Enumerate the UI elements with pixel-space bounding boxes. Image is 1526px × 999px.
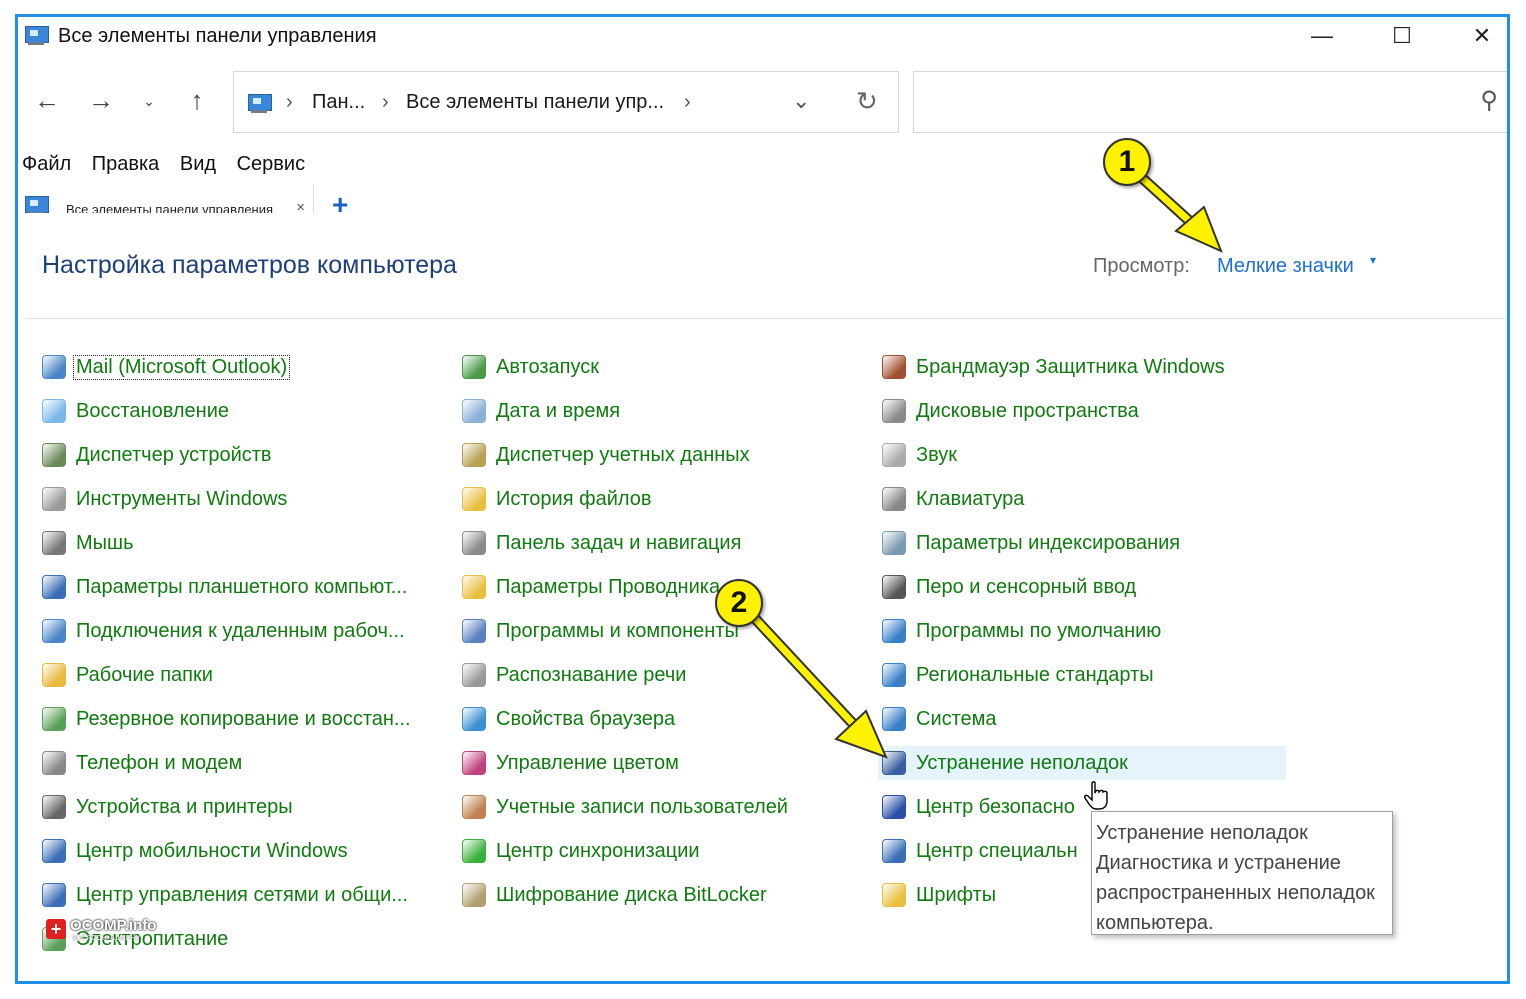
window-frame: Все элементы панели управления — ☐ ✕ ← →…: [15, 14, 1510, 984]
annotation-badge-1: 1: [1103, 138, 1151, 186]
annotation-arrows: [742, 161, 1223, 759]
annotation-badge-2: 2: [715, 579, 763, 627]
arrow-1: [1124, 161, 1223, 253]
arrow-2: [742, 605, 888, 759]
